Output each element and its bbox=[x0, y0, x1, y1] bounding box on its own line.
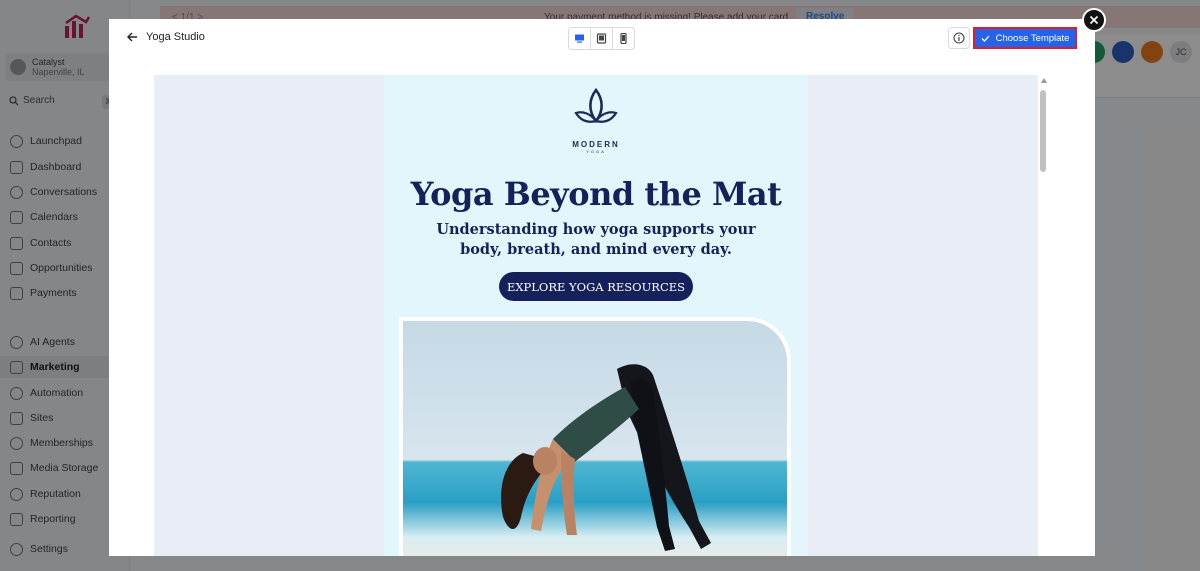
mobile-icon bbox=[620, 33, 627, 44]
mobile-view-button[interactable] bbox=[613, 28, 634, 49]
tablet-view-button[interactable] bbox=[591, 28, 613, 49]
device-toggle bbox=[568, 27, 635, 50]
email-subhead: Understanding how yoga supports your bod… bbox=[436, 221, 756, 258]
brand-sub: YOGA bbox=[586, 149, 606, 154]
modal-header: Yoga Studio Choose Template bbox=[109, 19, 1095, 59]
choose-template-button[interactable]: Choose Template bbox=[973, 27, 1077, 49]
template-name: Yoga Studio bbox=[146, 31, 205, 43]
yoga-pose-photo bbox=[403, 321, 787, 556]
brand-name: MODERN bbox=[572, 140, 620, 149]
email-headline: Yoga Beyond the Mat bbox=[410, 175, 782, 213]
info-icon bbox=[953, 32, 965, 44]
info-button[interactable] bbox=[948, 27, 970, 49]
email-template: MODERN YOGA Yoga Beyond the Mat Understa… bbox=[384, 75, 808, 556]
template-preview-modal: Yoga Studio Choose Template MODERN YOGA … bbox=[109, 19, 1095, 556]
desktop-view-button[interactable] bbox=[569, 28, 591, 49]
template-preview-canvas[interactable]: MODERN YOGA Yoga Beyond the Mat Understa… bbox=[154, 75, 1038, 556]
scroll-thumb[interactable] bbox=[1040, 90, 1046, 172]
tablet-icon bbox=[596, 33, 607, 44]
arrow-left-icon bbox=[127, 32, 137, 42]
choose-template-label: Choose Template bbox=[995, 32, 1070, 44]
preview-scrollbar[interactable] bbox=[1038, 75, 1048, 556]
back-button[interactable]: Yoga Studio bbox=[126, 31, 205, 43]
check-icon bbox=[981, 35, 990, 42]
desktop-icon bbox=[575, 34, 584, 43]
scroll-up-arrow[interactable] bbox=[1041, 78, 1047, 83]
close-modal-button[interactable] bbox=[1082, 8, 1106, 32]
lotus-logo-icon bbox=[574, 87, 618, 124]
close-icon bbox=[1089, 15, 1099, 25]
brand-logo: MODERN YOGA bbox=[384, 87, 808, 154]
hero-image-frame bbox=[399, 317, 791, 556]
explore-resources-button[interactable]: EXPLORE YOGA RESOURCES bbox=[499, 272, 693, 301]
